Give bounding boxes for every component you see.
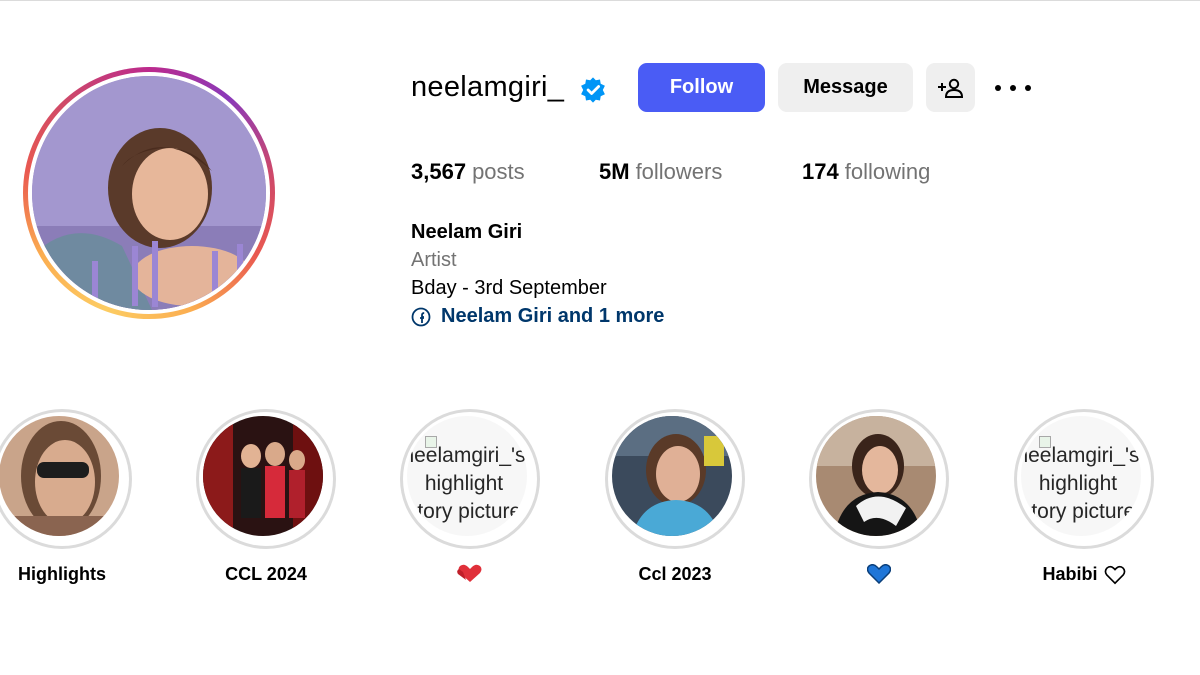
highlight-image	[203, 416, 323, 536]
followers-label: followers	[635, 159, 723, 184]
profile-external-link[interactable]: Neelam Giri and 1 more	[411, 305, 664, 328]
highlight-cover-broken: neelamgiri_'s highlight story picture	[1021, 416, 1141, 536]
external-link-text: Neelam Giri and 1 more	[441, 305, 665, 327]
blue-heart-icon	[867, 564, 891, 584]
profile-category: Artist	[411, 249, 457, 271]
highlight-cover	[612, 416, 732, 536]
broken-image-icon	[425, 436, 437, 448]
highlight-image	[0, 416, 119, 536]
highlight-image	[816, 416, 936, 536]
facebook-icon	[411, 307, 431, 326]
profile-username: neelamgiri_	[411, 71, 565, 103]
profile-full-name: Neelam Giri	[411, 221, 523, 243]
highlight-title: Habibi	[1042, 564, 1098, 584]
profile-avatar-ring[interactable]	[23, 67, 275, 319]
highlight-label: Ccl 2023	[575, 564, 775, 585]
more-options-icon[interactable]	[995, 77, 1031, 99]
suggested-users-button[interactable]	[926, 63, 975, 112]
profile-avatar[interactable]	[32, 76, 266, 310]
highlight-cover	[816, 416, 936, 536]
outline-heart-icon	[1104, 565, 1125, 584]
highlight-label	[779, 564, 979, 584]
red-heart-icon	[457, 564, 482, 582]
following-link[interactable]: 174 following	[802, 159, 930, 185]
alt-text-line: highlight	[424, 472, 504, 495]
followers-link[interactable]: 5M followers	[599, 159, 722, 185]
highlight-image	[612, 416, 732, 536]
follow-button[interactable]: Follow	[638, 63, 765, 112]
broken-image-icon	[1039, 436, 1051, 448]
following-label: following	[844, 159, 931, 184]
highlight-label	[370, 564, 570, 584]
highlight-title: Highlights	[18, 564, 106, 584]
highlight-cover-broken: neelamgiri_'s highlight story picture	[407, 416, 527, 536]
verified-badge-icon	[581, 77, 605, 103]
message-button[interactable]: Message	[778, 63, 913, 112]
highlight-label: Highlights	[0, 564, 162, 585]
posts-count: 3,567 posts	[411, 159, 525, 185]
posts-label: posts	[472, 159, 525, 184]
add-person-icon	[937, 78, 963, 98]
posts-value: 3,567	[411, 159, 467, 184]
more-dot	[1010, 85, 1016, 91]
more-dot	[1025, 85, 1031, 91]
alt-text-line: highlight	[1038, 472, 1118, 495]
highlight-cover	[0, 416, 119, 536]
highlight-cover	[203, 416, 323, 536]
avatar-border	[28, 72, 270, 314]
more-dot	[995, 85, 1001, 91]
following-value: 174	[802, 159, 839, 184]
followers-value: 5M	[599, 159, 630, 184]
avatar-image	[32, 76, 266, 310]
highlight-title: CCL 2024	[225, 564, 307, 584]
highlight-label: CCL 2024	[166, 564, 366, 585]
highlight-title: Ccl 2023	[638, 564, 712, 584]
profile-bio-text: Bday - 3rd September	[411, 277, 607, 299]
highlight-label: Habibi	[984, 564, 1184, 585]
